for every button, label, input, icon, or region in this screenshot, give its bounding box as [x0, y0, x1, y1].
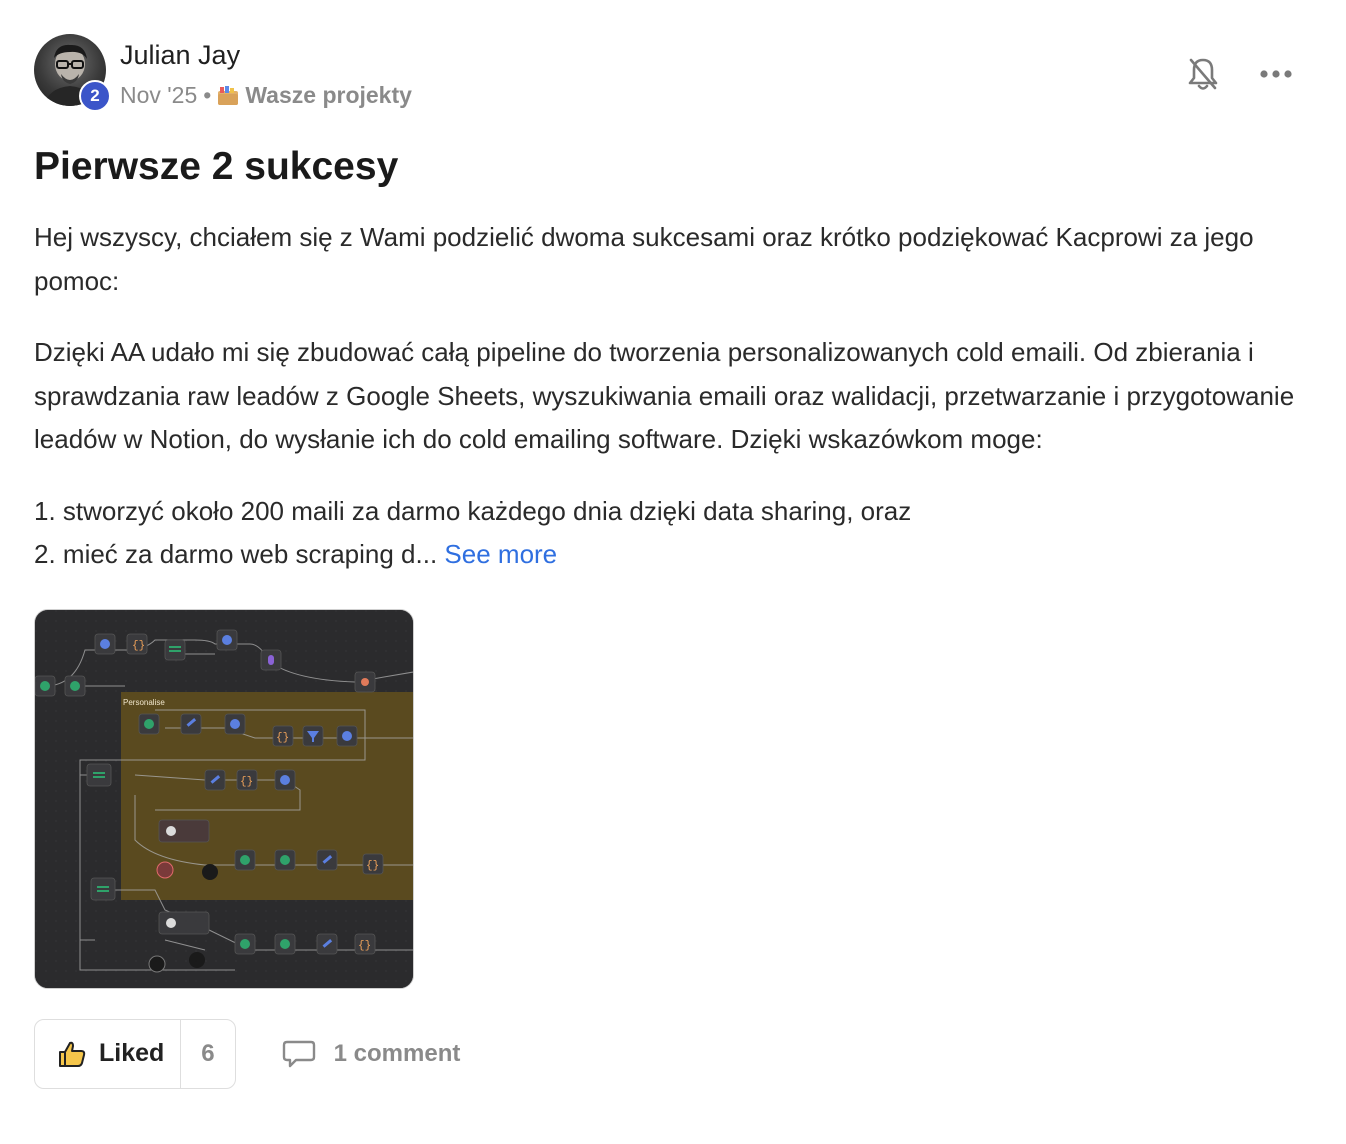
folder-icon	[217, 85, 239, 107]
see-more-link[interactable]: See more	[444, 539, 557, 569]
like-label: Liked	[99, 1039, 165, 1067]
post-image[interactable]: Personalise {} {} {} {} {}	[34, 608, 414, 989]
post-date: Nov '25	[120, 82, 198, 108]
level-badge: 2	[79, 80, 111, 112]
list-item-truncated: 2. mieć za darmo web scraping d... See m…	[34, 533, 1304, 577]
comment-label: 1 comment	[333, 1039, 461, 1067]
like-count[interactable]: 6	[181, 1040, 234, 1068]
svg-text:{}: {}	[276, 732, 289, 744]
post-list: 1. stworzyć około 200 maili za darmo każ…	[34, 490, 1304, 577]
list-item-text: 2. mieć za darmo web scraping d...	[34, 539, 438, 569]
post-paragraph-1: Hej wszyscy, chciałem się z Wami podziel…	[34, 222, 1254, 296]
more-horizontal-icon[interactable]	[1258, 62, 1294, 86]
post-actions: Liked 6 1 comment	[34, 1018, 1304, 1090]
like-button-group: Liked 6	[34, 1018, 236, 1089]
bell-off-icon[interactable]	[1186, 56, 1220, 92]
workflow-diagram: Personalise {} {} {} {} {}	[35, 609, 413, 988]
post-header: 2 Julian Jay Nov '25 • Wasze projekty	[34, 34, 1304, 112]
post-card: 2 Julian Jay Nov '25 • Wasze projekty Pi…	[34, 34, 1304, 1090]
like-button[interactable]: Liked	[35, 1019, 182, 1088]
list-item: 1. stworzyć około 200 maili za darmo każ…	[34, 495, 912, 526]
post-paragraph-2: Dzięki AA udało mi się zbudować całą pip…	[34, 337, 1295, 454]
post-title: Pierwsze 2 sukcesy	[34, 145, 399, 188]
meta-separator: •	[203, 82, 212, 108]
post-meta: Nov '25 • Wasze projekty	[120, 82, 412, 109]
comment-button[interactable]: 1 comment	[282, 1039, 461, 1069]
thumbs-up-icon	[59, 1041, 86, 1067]
svg-text:{}: {}	[366, 860, 379, 872]
group-label: Personalise	[123, 698, 165, 707]
post-category[interactable]: Wasze projekty	[245, 82, 412, 109]
comment-icon	[282, 1040, 315, 1067]
svg-text:{}: {}	[132, 640, 145, 652]
author-name[interactable]: Julian Jay	[120, 40, 240, 71]
svg-text:{}: {}	[240, 776, 253, 788]
svg-text:{}: {}	[358, 940, 371, 952]
